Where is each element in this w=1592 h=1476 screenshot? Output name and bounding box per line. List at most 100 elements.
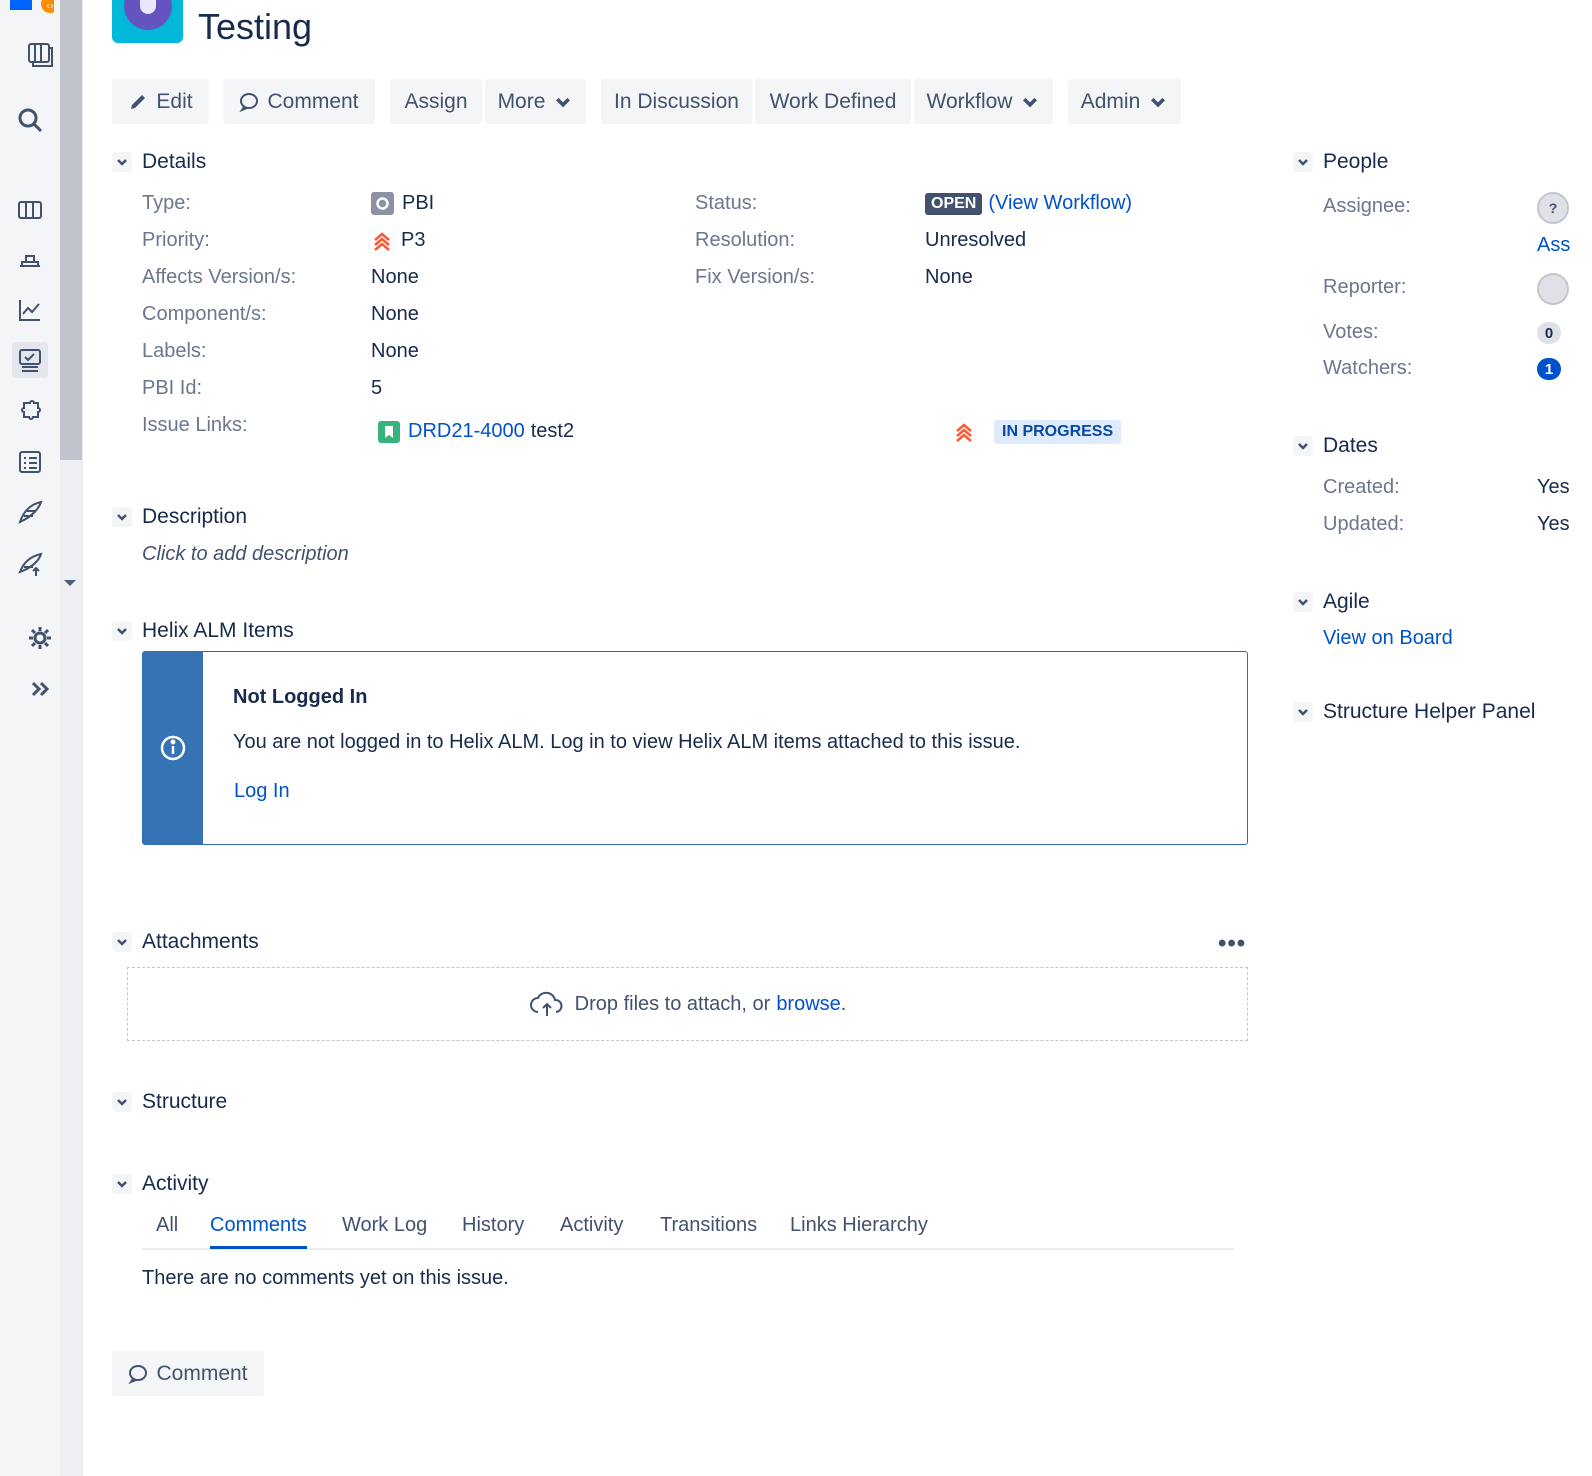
watchers-label: Watchers: [1323, 357, 1413, 379]
assign-to-me-link[interactable]: Ass [1537, 234, 1570, 257]
view-workflow-link[interactable]: (View Workflow) [988, 192, 1132, 215]
edit-button[interactable]: Edit [112, 79, 209, 124]
helix-title: Not Logged In [233, 686, 368, 708]
components-label: Component/s: [142, 303, 267, 325]
attachments-more-menu[interactable]: ••• [1218, 930, 1246, 958]
helix-not-logged-in-panel: Not Logged In You are not logged in to H… [142, 651, 1248, 845]
status-lozenge[interactable]: OPEN [925, 192, 983, 215]
helix-login-link[interactable]: Log In [234, 780, 290, 803]
issue-links-label: Issue Links: [142, 414, 248, 436]
backlog-icon[interactable] [22, 36, 58, 72]
story-bookmark-icon [378, 420, 400, 443]
linked-priority-icon [956, 423, 972, 442]
structure-section-header[interactable]: Structure [112, 1090, 227, 1114]
details-section-header[interactable]: Details [112, 150, 206, 174]
tab-transitions[interactable]: Transitions [660, 1214, 757, 1246]
settings-gear-icon[interactable] [22, 620, 58, 656]
pbi-id-label: PBI Id: [142, 377, 203, 399]
comment-icon [128, 1364, 148, 1384]
chevron-down-icon[interactable] [112, 621, 132, 641]
fix-versions-label: Fix Version/s: [695, 266, 816, 288]
activity-tabs: All Comments Work Log History Activity T… [142, 1214, 1234, 1250]
chevron-down-icon[interactable] [1293, 152, 1313, 172]
description-section-header[interactable]: Description [112, 505, 247, 529]
chevron-down-icon[interactable] [1293, 436, 1313, 456]
work-defined-button[interactable]: Work Defined [755, 79, 911, 124]
comment-icon [239, 92, 259, 112]
chevron-down-icon[interactable] [1293, 702, 1313, 722]
priority-value: P3 [371, 229, 425, 252]
tab-work-log[interactable]: Work Log [342, 1214, 427, 1246]
workflow-button[interactable]: Workflow [914, 79, 1053, 124]
type-label: Type: [142, 192, 191, 214]
affects-versions-label: Affects Version/s: [142, 266, 297, 288]
status-value: OPEN (View Workflow) [925, 192, 1132, 215]
sidebar-scroll-down-arrow[interactable] [64, 580, 76, 586]
expand-sidebar-icon[interactable] [22, 671, 58, 707]
left-sidebar: ‹› [0, 0, 83, 1476]
attachments-section-header[interactable]: Attachments [112, 930, 259, 954]
created-value: Yes [1537, 476, 1570, 498]
components-value: None [371, 303, 419, 325]
priority-high-icon [374, 231, 390, 251]
priority-label: Priority: [142, 229, 210, 251]
helix-section-header[interactable]: Helix ALM Items [112, 619, 294, 643]
labels-value: None [371, 340, 419, 362]
chevron-down-icon[interactable] [112, 507, 132, 527]
watchers-count[interactable]: 1 [1537, 358, 1561, 380]
more-button[interactable]: More [485, 79, 586, 124]
app-logo-icon[interactable]: ‹› [6, 0, 54, 18]
structure-helper-section-header[interactable]: Structure Helper Panel [1293, 700, 1535, 724]
status-label: Status: [695, 192, 758, 214]
agile-section-header[interactable]: Agile [1293, 590, 1370, 614]
in-discussion-button[interactable]: In Discussion [601, 79, 752, 124]
reporter-label: Reporter: [1323, 276, 1407, 298]
issues-icon[interactable] [12, 342, 48, 378]
chevron-down-icon[interactable] [112, 1174, 132, 1194]
structure-icon[interactable] [12, 444, 48, 480]
assign-button[interactable]: Assign [390, 79, 482, 124]
chevron-down-icon[interactable] [112, 152, 132, 172]
votes-count[interactable]: 0 [1537, 322, 1561, 344]
issue-title[interactable]: Testing [198, 6, 312, 48]
tab-links-hierarchy[interactable]: Links Hierarchy [790, 1214, 928, 1246]
reports-icon[interactable] [12, 292, 48, 328]
wing-arrow-icon[interactable] [12, 546, 48, 582]
tab-comments[interactable]: Comments [210, 1214, 307, 1249]
people-section-header[interactable]: People [1293, 150, 1388, 174]
search-icon[interactable] [12, 102, 48, 138]
labels-label: Labels: [142, 340, 207, 362]
info-icon [160, 735, 186, 761]
chevron-down-icon [556, 97, 571, 107]
tab-history[interactable]: History [462, 1214, 524, 1246]
apps-puzzle-icon[interactable] [12, 394, 48, 430]
tab-all[interactable]: All [156, 1214, 178, 1246]
activity-section-header[interactable]: Activity [112, 1172, 209, 1196]
board-icon[interactable] [12, 192, 48, 228]
resolution-label: Resolution: [695, 229, 796, 251]
chevron-down-icon[interactable] [112, 1092, 132, 1112]
helix-message: You are not logged in to Helix ALM. Log … [233, 731, 1021, 753]
updated-value: Yes [1537, 513, 1570, 535]
cloud-upload-icon [529, 991, 563, 1016]
comment-button[interactable]: Comment [223, 79, 375, 124]
tab-activity[interactable]: Activity [560, 1214, 623, 1246]
project-avatar[interactable] [112, 0, 183, 43]
dates-section-header[interactable]: Dates [1293, 434, 1378, 458]
browse-link[interactable]: browse. [776, 993, 846, 1016]
chevron-down-icon [1151, 97, 1166, 107]
description-placeholder[interactable]: Click to add description [142, 543, 349, 566]
wing-icon[interactable] [12, 494, 48, 530]
attachment-dropzone[interactable]: Drop files to attach, or browse. [127, 967, 1248, 1041]
reporter-avatar[interactable] [1537, 273, 1569, 305]
linked-issue-key-link[interactable]: DRD21-4000 [408, 420, 525, 443]
releases-icon[interactable] [12, 242, 48, 278]
chevron-down-icon[interactable] [1293, 592, 1313, 612]
linked-status-lozenge: IN PROGRESS [994, 420, 1122, 444]
view-on-board-link[interactable]: View on Board [1323, 627, 1453, 650]
admin-button[interactable]: Admin [1068, 79, 1181, 124]
chevron-down-icon[interactable] [112, 932, 132, 952]
add-comment-button[interactable]: Comment [112, 1351, 264, 1396]
unassigned-avatar[interactable]: ? [1537, 192, 1569, 224]
sidebar-scrollbar-thumb[interactable] [60, 0, 82, 460]
